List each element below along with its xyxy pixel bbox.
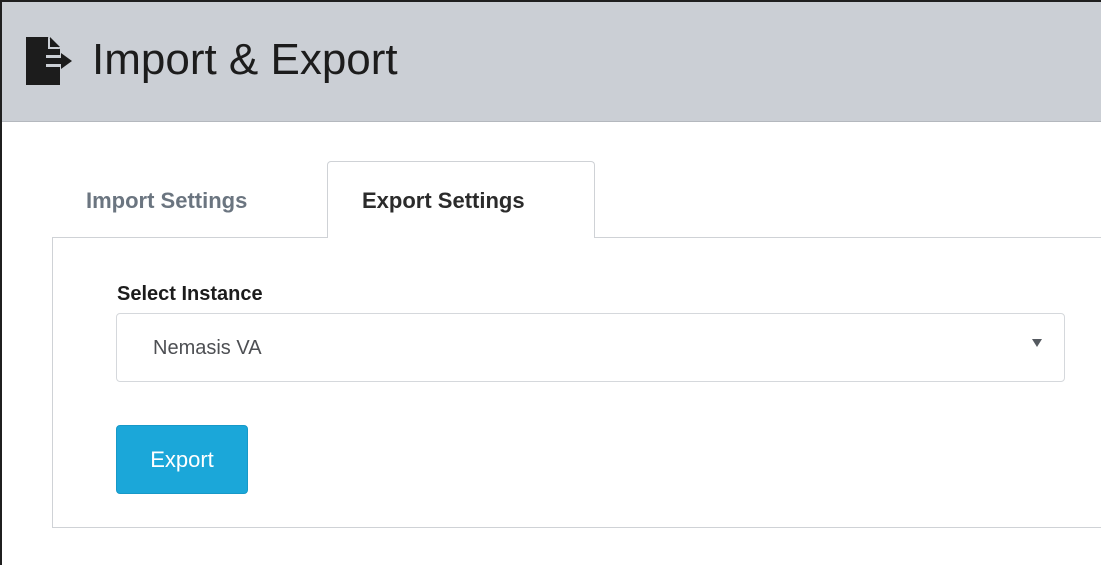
tab-import-settings[interactable]: Import Settings xyxy=(86,187,247,215)
page-header: Import & Export xyxy=(2,2,1101,122)
select-instance-label: Select Instance xyxy=(117,283,263,305)
instance-select-value: Nemasis VA xyxy=(153,337,262,359)
page-title: Import & Export xyxy=(92,35,398,84)
caret-down-icon xyxy=(1032,339,1042,347)
tab-export-settings-label: Export Settings xyxy=(362,188,525,213)
instance-select[interactable]: Nemasis VA xyxy=(116,313,1065,382)
file-export-icon xyxy=(26,37,72,85)
tab-export-settings[interactable]: Export Settings xyxy=(327,161,595,238)
export-button[interactable]: Export xyxy=(116,425,248,494)
